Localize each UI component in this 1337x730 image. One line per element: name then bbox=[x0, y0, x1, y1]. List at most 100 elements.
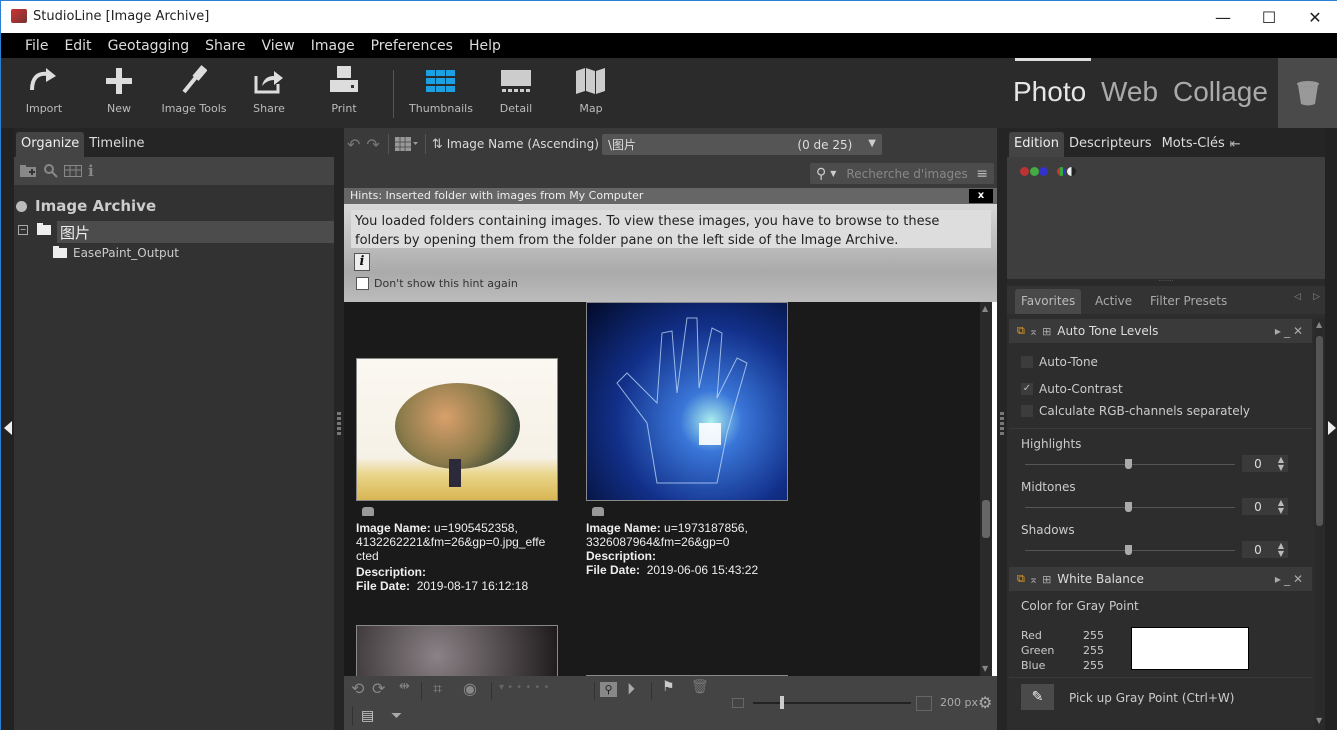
section-controls[interactable]: ▸_✕ bbox=[1275, 324, 1306, 338]
thumbnails-button[interactable]: Thumbnails bbox=[406, 58, 476, 128]
highlights-spinbox[interactable]: 0 ▲ ▼ bbox=[1242, 455, 1288, 472]
tab-active[interactable]: Active bbox=[1089, 289, 1138, 314]
path-selector[interactable]: \图片 (0 de 25) ▼ bbox=[602, 134, 882, 155]
image-tools-button[interactable]: Image Tools bbox=[159, 58, 229, 128]
undo-icon[interactable]: ↶ bbox=[347, 135, 360, 154]
collapse-toggle-icon[interactable]: − bbox=[18, 225, 28, 235]
tab-filter-presets[interactable]: Filter Presets bbox=[1144, 289, 1233, 314]
share-button[interactable]: Share bbox=[234, 58, 304, 128]
tree-root[interactable]: Image Archive bbox=[14, 197, 334, 215]
menu-image[interactable]: Image bbox=[311, 38, 355, 54]
info-button[interactable]: i bbox=[354, 253, 370, 271]
dont-show-hint-checkbox[interactable]: Don't show this hint again bbox=[356, 277, 518, 290]
tabs-prev-icon[interactable]: ◁ bbox=[1294, 292, 1301, 302]
checkbox-box[interactable] bbox=[356, 277, 369, 290]
add-preset-icon[interactable]: ⊞ bbox=[1042, 573, 1051, 586]
collapse-right-arrow-icon[interactable] bbox=[1328, 421, 1336, 435]
tab-organize[interactable]: Organize bbox=[16, 132, 85, 157]
add-folder-icon[interactable] bbox=[20, 165, 38, 177]
reset-icon[interactable]: ⌅ bbox=[1029, 325, 1038, 338]
search-icon[interactable] bbox=[44, 164, 58, 178]
print-button[interactable]: Print bbox=[309, 58, 379, 128]
menu-file[interactable]: File bbox=[25, 38, 48, 54]
white-balance-header[interactable]: ⧉ ⌅ ⊞ White Balance ▸_✕ bbox=[1009, 567, 1312, 591]
auto-contrast-checkbox[interactable]: ✓ Auto-Contrast bbox=[1021, 382, 1123, 396]
image-thumbnail[interactable] bbox=[356, 625, 558, 677]
menu-share[interactable]: Share bbox=[205, 38, 245, 54]
thumb-size-knob[interactable] bbox=[780, 696, 784, 709]
view-layout-icon[interactable] bbox=[394, 137, 419, 151]
image-search-field[interactable]: ⚲ ▼ Recherche d'images ≡ bbox=[810, 163, 994, 184]
favorite-icon[interactable]: ⧉ bbox=[1017, 324, 1025, 338]
rating-dots[interactable]: ▾ • • • • • bbox=[499, 682, 549, 693]
minimize-button[interactable]: — bbox=[1200, 1, 1246, 33]
rgb-channel-icon[interactable] bbox=[1057, 167, 1066, 176]
blue-channel-icon[interactable] bbox=[1039, 167, 1048, 176]
menu-icon[interactable]: ≡ bbox=[976, 166, 988, 182]
new-button[interactable]: New bbox=[84, 58, 154, 128]
menu-preferences[interactable]: Preferences bbox=[371, 38, 453, 54]
tree-node-easepaint[interactable]: EasePaint_Output bbox=[53, 246, 334, 260]
search-icon[interactable]: ⚲ bbox=[816, 166, 826, 182]
menu-help[interactable]: Help bbox=[469, 38, 501, 54]
search-options-arrow-icon[interactable]: ▼ bbox=[830, 169, 836, 178]
thumb-size-slider[interactable] bbox=[753, 702, 911, 704]
table-icon[interactable] bbox=[64, 165, 82, 177]
midtones-spinbox[interactable]: 0 ▲ ▼ bbox=[1242, 498, 1288, 515]
green-channel-icon[interactable] bbox=[1030, 167, 1039, 176]
maximize-button[interactable]: ☐ bbox=[1246, 1, 1292, 33]
tabs-next-icon[interactable]: ▷ bbox=[1313, 292, 1320, 302]
trash-button[interactable] bbox=[1278, 58, 1337, 128]
image-thumbnail[interactable] bbox=[356, 358, 558, 501]
highlights-slider-knob[interactable] bbox=[1125, 459, 1132, 469]
edit-description-icon[interactable]: ▤ bbox=[361, 708, 374, 724]
mode-web[interactable]: Web bbox=[1101, 76, 1158, 108]
eye-icon[interactable]: ◉ bbox=[463, 679, 477, 698]
luminance-channel-icon[interactable] bbox=[1067, 167, 1076, 176]
image-thumbnail[interactable] bbox=[586, 302, 788, 501]
hint-close-button[interactable]: x bbox=[969, 189, 993, 203]
red-channel-icon[interactable] bbox=[1020, 167, 1029, 176]
scrollbar-thumb[interactable] bbox=[1316, 336, 1323, 526]
calculate-rgb-checkbox[interactable]: Calculate RGB-channels separately bbox=[1021, 404, 1250, 418]
left-collapse-strip[interactable] bbox=[1, 128, 14, 730]
detail-button[interactable]: Detail bbox=[481, 58, 551, 128]
shadows-spinbox[interactable]: 0 ▲ ▼ bbox=[1242, 541, 1288, 558]
auto-tone-header[interactable]: ⧉ ⌅ ⊞ Auto Tone Levels ▸_✕ bbox=[1009, 319, 1312, 343]
flag-icon[interactable]: ⚑ bbox=[662, 679, 675, 695]
left-splitter[interactable] bbox=[334, 128, 344, 730]
small-size-icon[interactable] bbox=[732, 698, 744, 708]
menu-geotagging[interactable]: Geotagging bbox=[108, 38, 190, 54]
right-scrollbar[interactable]: ▲ ▼ bbox=[1314, 318, 1325, 730]
settings-gear-icon[interactable]: ⚙ bbox=[978, 693, 992, 712]
auto-tone-checkbox[interactable]: Auto-Tone bbox=[1021, 355, 1098, 369]
tab-descripteurs[interactable]: Descripteurs bbox=[1064, 132, 1157, 157]
rotate-left-icon[interactable]: ⟲ bbox=[351, 679, 364, 698]
pick-gray-point-button[interactable]: ✎ bbox=[1021, 684, 1054, 710]
delete-icon[interactable]: 🗑 bbox=[691, 679, 709, 695]
tab-edition[interactable]: Edition bbox=[1009, 132, 1064, 157]
favorite-icon[interactable]: ⧉ bbox=[1017, 572, 1025, 586]
sort-icon[interactable]: ⇅ bbox=[432, 137, 443, 152]
right-splitter[interactable] bbox=[997, 128, 1007, 730]
browser-scrollbar[interactable]: ▲ ▼ bbox=[980, 302, 992, 678]
mode-photo[interactable]: Photo bbox=[1013, 76, 1086, 108]
menu-view[interactable]: View bbox=[262, 38, 295, 54]
panel-resize-grip[interactable]: ········ bbox=[1007, 279, 1325, 286]
redo-icon[interactable]: ↷ bbox=[366, 135, 379, 154]
rotate-right-icon[interactable]: ⟳ bbox=[372, 679, 385, 698]
filter-icon[interactable]: ⏷ bbox=[391, 708, 402, 724]
reset-icon[interactable]: ⌅ bbox=[1029, 573, 1038, 586]
flip-icon[interactable]: ⇹ bbox=[399, 679, 410, 694]
zoom-preview-icon[interactable]: ⚲ bbox=[600, 682, 617, 697]
right-collapse-strip[interactable] bbox=[1325, 128, 1337, 730]
info-icon[interactable]: i bbox=[88, 162, 94, 180]
import-button[interactable]: Import bbox=[9, 58, 79, 128]
menu-edit[interactable]: Edit bbox=[64, 38, 91, 54]
close-button[interactable]: ✕ bbox=[1292, 1, 1337, 33]
add-preset-icon[interactable]: ⊞ bbox=[1042, 325, 1051, 338]
sort-selector[interactable]: Image Name (Ascending) bbox=[447, 137, 599, 151]
crop-icon[interactable]: ⌗ bbox=[433, 679, 442, 699]
section-controls[interactable]: ▸_✕ bbox=[1275, 572, 1306, 586]
midtones-slider-knob[interactable] bbox=[1125, 502, 1132, 512]
